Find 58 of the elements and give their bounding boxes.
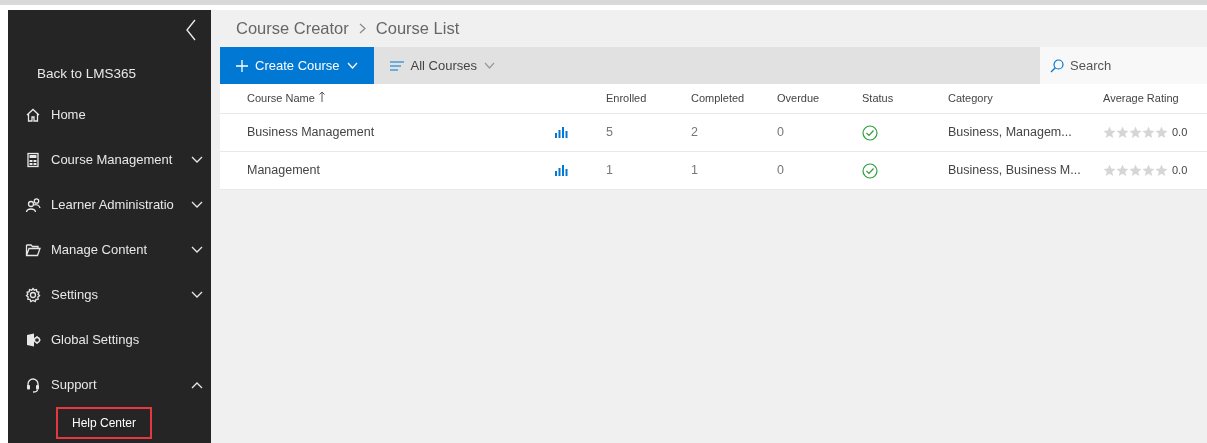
app-icon [25, 331, 41, 348]
create-course-button[interactable]: Create Course [220, 47, 374, 84]
star-icon [1142, 164, 1155, 177]
rating-value: 0.0 [1172, 125, 1188, 141]
gear-icon [25, 286, 41, 303]
table-cell-text: 2 [691, 124, 699, 142]
sidebar-item[interactable]: Global Settings [8, 317, 211, 363]
collapse-icon[interactable] [185, 19, 197, 41]
bar-chart-icon[interactable] [555, 127, 568, 139]
table-cell-text: 5 [606, 124, 614, 142]
breadcrumb-item[interactable]: Course List [375, 16, 460, 41]
chevron-down-icon [346, 62, 358, 69]
star-icon [1155, 126, 1168, 139]
table-cell-text: Business, Managem... [948, 124, 1073, 142]
headset-icon [25, 376, 41, 393]
sidebar-item[interactable]: Course Management [8, 137, 211, 183]
sidebar-item[interactable]: Manage Content [8, 227, 211, 273]
star-icon [1103, 126, 1116, 139]
plus-icon [236, 59, 248, 72]
course-name[interactable]: Management [247, 161, 555, 180]
star-icon [1142, 126, 1155, 139]
column-header[interactable]: Status [862, 90, 894, 107]
star-icon [1155, 164, 1168, 177]
home-icon [25, 106, 41, 123]
star-icon [1116, 164, 1129, 177]
sidebar-subitem[interactable]: Help Center [56, 407, 153, 440]
table-cell-text: 1 [691, 162, 699, 180]
calculator-icon [25, 151, 41, 168]
back-link[interactable]: Back to LMS365 [8, 50, 211, 93]
people-icon [25, 196, 41, 213]
column-header[interactable]: Course Name [247, 90, 315, 107]
column-header[interactable]: Overdue [777, 90, 820, 107]
table-cell-text: 0 [777, 124, 785, 142]
column-header[interactable]: Completed [691, 90, 745, 107]
sidebar-item[interactable]: Learner Administratio [8, 182, 211, 228]
sidebar-item[interactable]: Settings [8, 272, 211, 318]
star-icon [1103, 164, 1116, 177]
course-name[interactable]: Business Management [247, 123, 555, 142]
search-field[interactable]: Search [1040, 47, 1207, 84]
table-cell-text: 1 [606, 162, 614, 180]
folder-icon [25, 241, 41, 258]
star-icon [1129, 126, 1142, 139]
breadcrumb-item[interactable]: Course Creator [236, 16, 349, 41]
sidebar-item[interactable]: Home [8, 92, 211, 138]
rating-value: 0.0 [1172, 163, 1188, 179]
chevron-down-icon [484, 62, 495, 69]
table-cell-text: Business, Business M... [948, 162, 1082, 180]
column-header[interactable]: Enrolled [606, 90, 647, 107]
bar-chart-icon[interactable] [555, 165, 568, 177]
filter-dropdown[interactable]: All Courses [373, 47, 511, 84]
star-icon [1129, 164, 1142, 177]
column-header[interactable]: Category [948, 90, 993, 107]
sidebar-item[interactable]: Support [8, 362, 211, 408]
chevron-right-icon [358, 23, 366, 34]
star-icon [1116, 126, 1129, 139]
column-header[interactable]: Average Rating [1103, 90, 1179, 107]
table-cell-text: 0 [777, 162, 785, 180]
list-icon [389, 60, 404, 71]
